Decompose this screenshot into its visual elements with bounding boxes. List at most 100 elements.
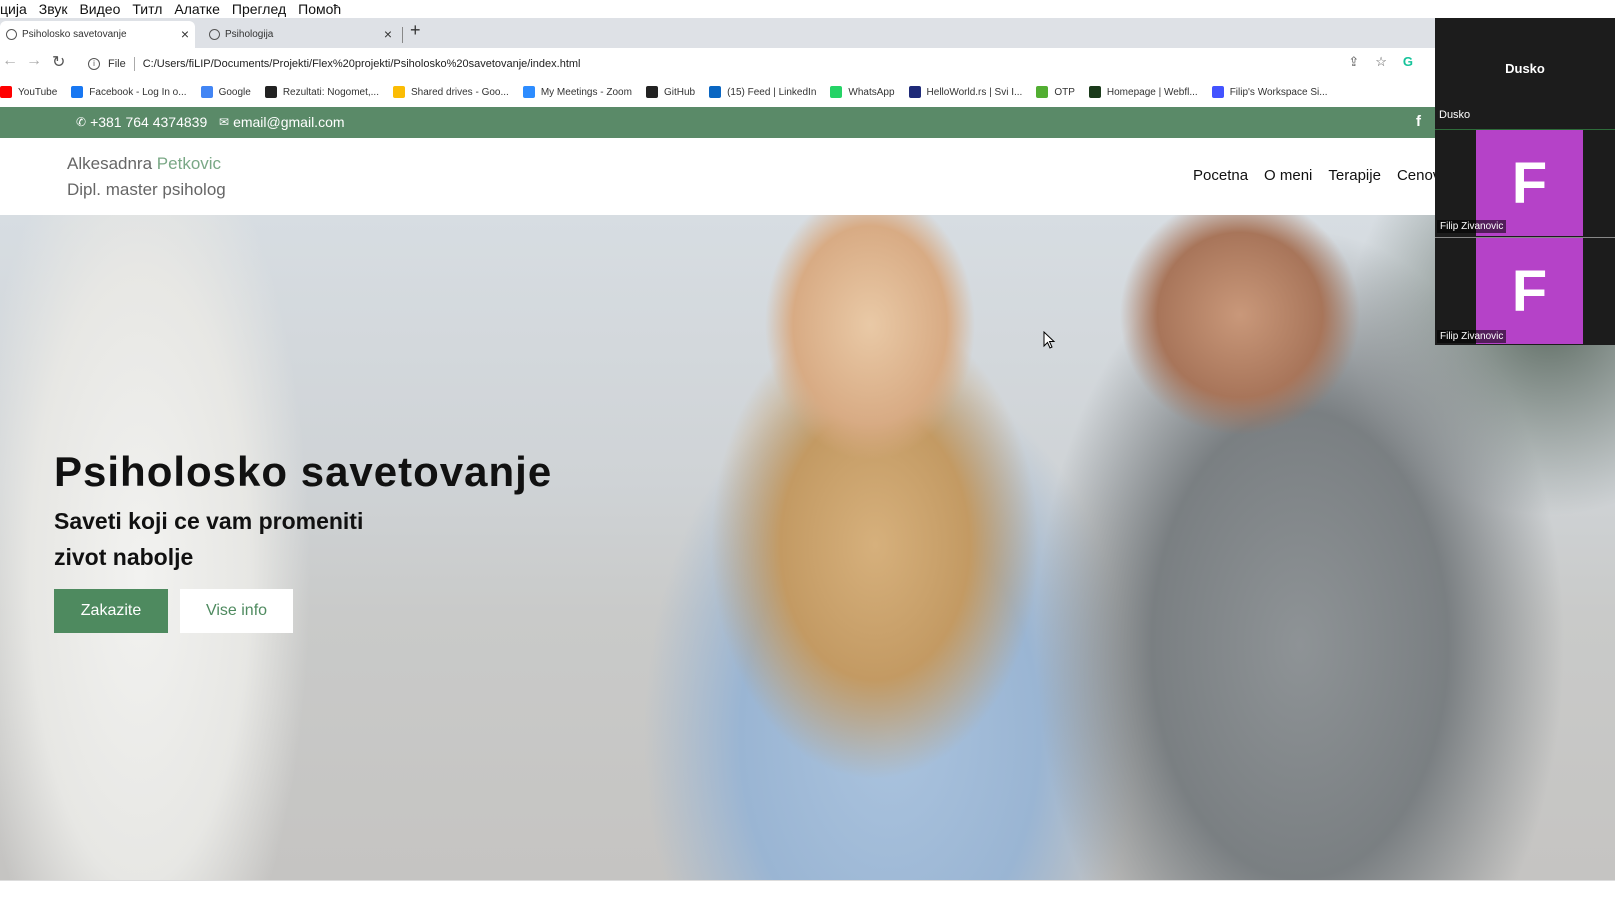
bookmark-item[interactable]: My Meetings - Zoom [522,86,632,98]
participant-tile[interactable]: F Filip Zivanovic [1435,129,1615,236]
facebook-icon [71,86,84,98]
main-nav: Pocetna O meni Terapije Cenov [1193,167,1440,184]
page-bottom-strip [0,880,1615,908]
whatsapp-icon [830,86,843,98]
tab-title: Psiholosko savetovanje [22,29,127,40]
logo-last-name: Petkovic [156,154,222,173]
mouse-cursor-icon [1043,331,1056,349]
bookmark-label: My Meetings - Zoom [540,86,632,98]
close-tab-icon[interactable]: × [181,26,189,42]
menu-item-video[interactable]: Видео [79,1,120,17]
otp-icon [1036,86,1049,98]
url-scheme-label: File [108,58,126,70]
bookmark-star-icon[interactable]: ☆ [1375,54,1387,70]
menu-item-tools[interactable]: Алатке [174,1,219,17]
bookmark-item[interactable]: WhatsApp [830,86,895,98]
webflow-icon [1088,86,1101,98]
bookmark-item[interactable]: Google [200,86,251,98]
hero-title: Psiholosko savetovanje [54,448,553,495]
zoom-icon [522,86,535,98]
bookmark-item[interactable]: Facebook - Log In o... [71,86,187,98]
bookmark-item[interactable]: Shared drives - Goo... [392,86,509,98]
more-info-button[interactable]: Vise info [180,589,293,633]
bookmark-label: HelloWorld.rs | Svi I... [926,86,1023,98]
participant-label: Dusko [1439,109,1471,121]
menu-item-view[interactable]: Преглед [232,1,286,17]
bookmark-label: WhatsApp [848,86,895,98]
bookmark-label: YouTube [18,86,58,98]
google-drive-icon [392,86,405,98]
logo-subtitle: Dipl. master psiholog [67,180,226,199]
address-bar[interactable]: i File C:/Users/fiLIP/Documents/Projekti… [82,51,1427,77]
browser-tab-active[interactable]: Psiholosko savetovanje × [0,21,195,48]
zoom-participants-panel: Dusko Dusko F Filip Zivanovic F Filip Zi… [1435,18,1615,345]
nav-item-therapies[interactable]: Terapije [1328,167,1381,184]
github-icon [645,86,658,98]
bookmark-label: (15) Feed | LinkedIn [727,86,817,98]
menu-item-subtitle[interactable]: Титл [132,1,162,17]
bookmark-label: Google [218,86,251,98]
participant-label: Filip Zivanovic [1437,330,1507,343]
bookmark-item[interactable]: Homepage | Webfl... [1088,86,1198,98]
linkedin-icon [709,86,722,98]
facebook-icon[interactable]: f [1416,113,1421,130]
youtube-icon [0,86,12,98]
bookmark-item[interactable]: Filip's Workspace Si... [1211,86,1328,98]
hero-section: Psiholosko savetovanje Saveti koji ce va… [0,215,1615,880]
flashscore-icon [264,86,277,98]
globe-icon [209,29,220,40]
email-contact[interactable]: ✉ email@gmail.com [219,114,345,130]
bookmark-label: Facebook - Log In o... [89,86,187,98]
phone-icon: ✆ [76,115,87,129]
helloworld-icon [908,86,921,98]
logo-first-name: Alkesadnra [67,154,153,173]
phone-number: +381 764 4374839 [90,114,208,130]
book-button[interactable]: Zakazite [54,589,168,633]
bookmark-item[interactable]: OTP [1036,86,1075,98]
google-icon [200,86,213,98]
close-tab-icon[interactable]: × [384,26,392,42]
participant-name: Dusko [1505,61,1545,76]
browser-tab[interactable]: Psihologija × [203,21,403,48]
bookmark-item[interactable]: Rezultati: Nogomet,... [264,86,379,98]
url-text[interactable]: C:/Users/fiLIP/Documents/Projekti/Flex%2… [143,58,581,70]
app-menu-bar: ција Звук Видео Титл Алатке Преглед Помо… [0,0,1615,18]
browser-tab-strip: Psiholosko savetovanje × Psihologija × + [0,18,1435,48]
bookmark-item[interactable]: GitHub [645,86,696,98]
share-icon[interactable]: ⇪ [1348,54,1359,70]
globe-icon [6,29,17,40]
participant-tile[interactable]: Dusko Dusko [1435,18,1615,127]
site-header: Alkesadnra Petkovic Dipl. master psiholo… [0,138,1440,215]
bookmark-item[interactable]: (15) Feed | LinkedIn [709,86,816,98]
hero-subtitle-line2: zivot nabolje [54,544,194,570]
bookmark-label: Filip's Workspace Si... [1229,86,1328,98]
contact-topbar: ✆ +381 764 4374839 ✉ email@gmail.com f [0,107,1435,138]
mail-icon: ✉ [219,115,230,129]
grammarly-icon[interactable]: G [1403,54,1413,70]
participant-label: Filip Zivanovic [1437,220,1507,233]
bookmark-label: Homepage | Webfl... [1106,86,1198,98]
new-tab-button[interactable]: + [410,20,421,41]
menu-item-help[interactable]: Помоћ [298,1,341,17]
info-icon[interactable]: i [88,58,100,70]
menu-item-audio[interactable]: Звук [39,1,68,17]
participant-avatar: F [1476,238,1583,344]
nav-item-pricing[interactable]: Cenov [1397,167,1440,184]
participant-tile[interactable]: F Filip Zivanovic [1435,237,1615,345]
phone-contact[interactable]: ✆ +381 764 4374839 [76,114,207,130]
divider [133,57,135,71]
bookmark-item[interactable]: HelloWorld.rs | Svi I... [908,86,1023,98]
nav-item-home[interactable]: Pocetna [1193,167,1248,184]
menu-item-media[interactable]: ција [0,1,27,17]
back-arrow-icon[interactable]: ← [2,52,18,70]
bookmark-label: GitHub [663,86,696,98]
bookmark-label: OTP [1054,86,1075,98]
bookmark-item[interactable]: YouTube [0,86,57,98]
site-logo[interactable]: Alkesadnra Petkovic [67,154,221,174]
workspace-icon [1211,86,1224,98]
nav-item-about[interactable]: O meni [1264,167,1312,184]
bookmark-label: Rezultati: Nogomet,... [282,86,379,98]
hero-subtitle-line1: Saveti koji ce vam promeniti [54,508,364,534]
forward-arrow-icon[interactable]: → [26,52,42,70]
reload-icon[interactable]: ↻ [52,52,65,72]
